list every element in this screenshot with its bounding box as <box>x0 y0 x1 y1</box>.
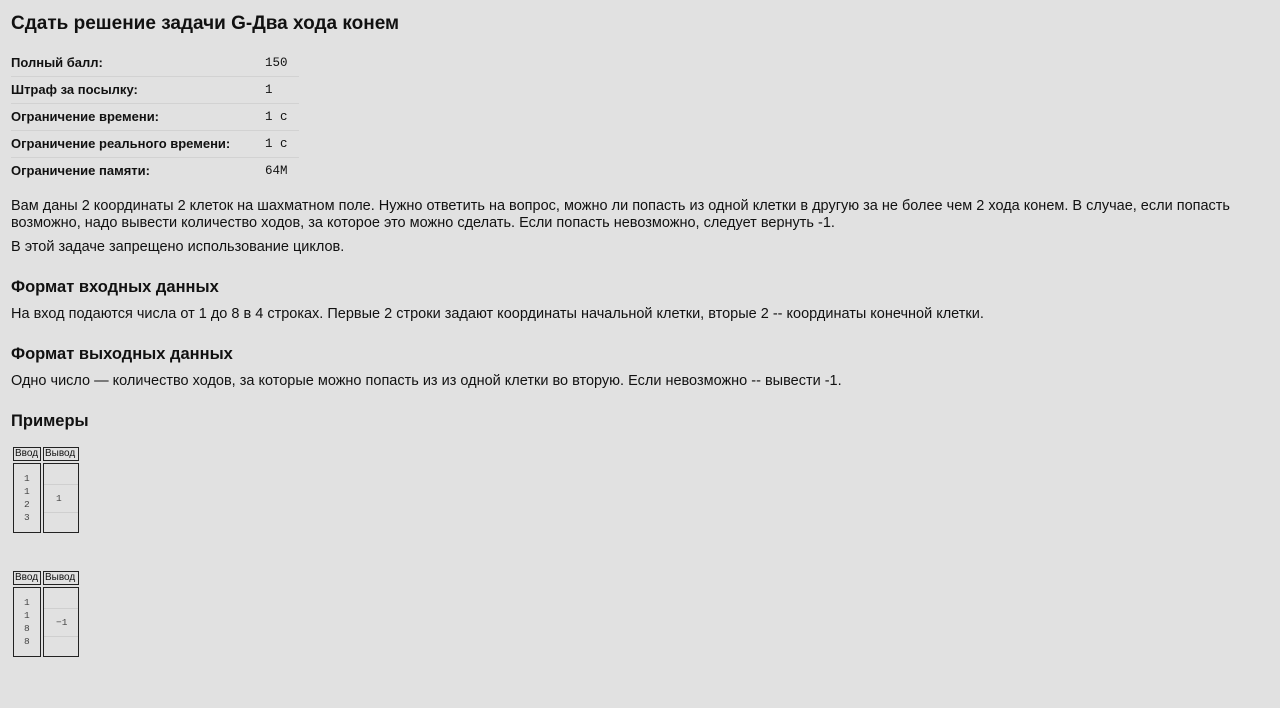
limit-row: Штраф за посылку: 1 <box>11 76 299 104</box>
input-line: 1 <box>24 486 30 497</box>
example-output-cell: 1 <box>43 463 79 533</box>
input-line: 1 <box>24 473 30 484</box>
limit-label: Полный балл: <box>11 50 265 77</box>
problem-page: Сдать решение задачи G-Два хода конем По… <box>0 0 1280 659</box>
example-table: Ввод Вывод 1 1 8 8 −1 <box>11 569 81 659</box>
limit-label: Штраф за посылку: <box>11 76 265 104</box>
limit-value: 1 <box>265 76 299 104</box>
limit-row: Ограничение памяти: 64M <box>11 158 299 185</box>
output-format-heading: Формат выходных данных <box>11 345 233 363</box>
example-input-header: Ввод <box>13 571 41 585</box>
example-input-header: Ввод <box>13 447 41 461</box>
limit-label: Ограничение памяти: <box>11 163 150 178</box>
limit-row: Ограничение реального времени: 1 с <box>11 130 299 158</box>
example-output-text: 1 <box>44 484 78 513</box>
examples-heading: Примеры <box>11 412 89 430</box>
example-output-cell: −1 <box>43 587 79 657</box>
input-format-text: На вход подаются числа от 1 до 8 в 4 стр… <box>11 306 984 322</box>
example-input-text: 1 1 2 3 <box>14 464 40 524</box>
input-line: 3 <box>24 512 30 523</box>
example-input-cell: 1 1 8 8 <box>13 587 41 657</box>
limit-value: 64M <box>265 164 288 178</box>
limit-label: Ограничение времени: <box>11 103 265 131</box>
page-title: Сдать решение задачи G-Два хода конем <box>11 13 400 34</box>
example-output-header: Вывод <box>43 571 79 585</box>
limits-table: Полный балл: 150 Штраф за посылку: 1 Огр… <box>11 50 299 184</box>
input-line: 2 <box>24 499 30 510</box>
limit-row: Ограничение времени: 1 с <box>11 103 299 131</box>
example-input-cell: 1 1 2 3 <box>13 463 41 533</box>
example-output-header: Вывод <box>43 447 79 461</box>
statement-paragraph: Вам даны 2 координаты 2 клеток на шахмат… <box>11 198 1230 231</box>
example-input-text: 1 1 8 8 <box>14 588 40 648</box>
limit-value: 1 с <box>265 130 299 158</box>
limit-row: Полный балл: 150 <box>11 50 299 77</box>
limit-value: 150 <box>265 50 299 77</box>
input-line: 1 <box>24 610 30 621</box>
limit-value: 1 с <box>265 103 299 131</box>
examples-list: Ввод Вывод 1 1 2 3 1 Ввод Вывод 1 1 8 8 … <box>11 445 1280 659</box>
input-line: 8 <box>24 623 30 634</box>
input-line: 1 <box>24 597 30 608</box>
input-line: 8 <box>24 636 30 647</box>
output-format-text: Одно число — количество ходов, за которы… <box>11 373 842 389</box>
statement-paragraph-restriction: В этой задаче запрещено использование ци… <box>11 239 345 255</box>
limit-label: Ограничение реального времени: <box>11 130 265 158</box>
example-table: Ввод Вывод 1 1 2 3 1 <box>11 445 81 535</box>
input-format-heading: Формат входных данных <box>11 278 219 296</box>
example-output-text: −1 <box>44 608 78 637</box>
